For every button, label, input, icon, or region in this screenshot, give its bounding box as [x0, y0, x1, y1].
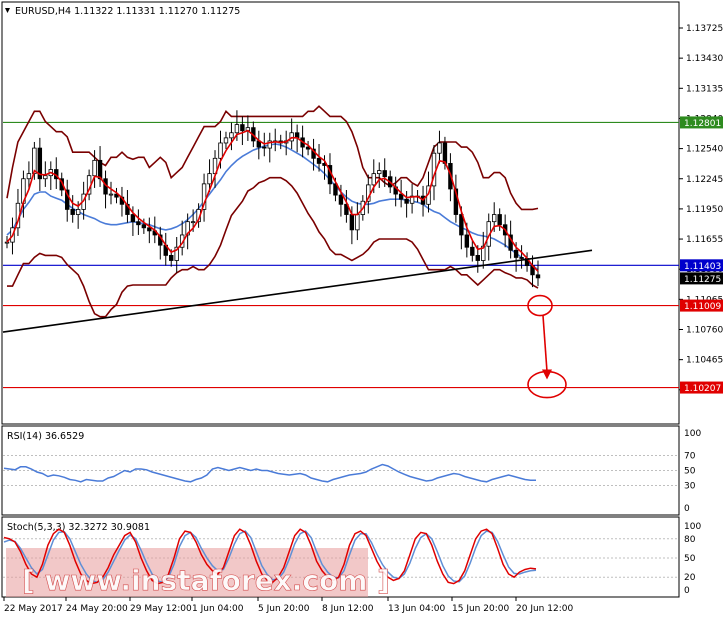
time-tick-label: 20 Jun 12:00 [516, 604, 573, 614]
symbol-dropdown-icon[interactable] [5, 8, 10, 13]
stoch-tick-label: 20 [684, 573, 696, 583]
price-axis: 1.137251.134301.131351.128401.125401.122… [679, 24, 723, 396]
candle-body [519, 257, 524, 259]
time-axis: 22 May 2017 24 May 20:00 29 May 12:00 1 Jun… [3, 597, 573, 614]
candle-body [338, 194, 344, 205]
candle-body [70, 209, 75, 215]
chart-svg: EURUSD,H4 1.11322 1.11331 1.11270 1.1127… [1, 1, 723, 614]
time-tick-label: 8 Jun 12:00 [322, 604, 374, 614]
candle-body [464, 234, 470, 248]
candle-body [437, 142, 442, 154]
candle-body [492, 214, 497, 223]
candle-body [229, 132, 234, 139]
price-tick-label: 1.13725 [686, 24, 723, 34]
watermark-text: [ www.instaforex.com ] [22, 564, 390, 597]
price-tick-label: 1.10465 [686, 356, 723, 366]
candle-body [513, 249, 519, 258]
time-tick-label: 29 May 12:00 [130, 604, 192, 614]
candle-body [349, 214, 355, 231]
rsi-axis: 100 70 50 30 0 [3, 429, 701, 514]
stoch-tick-label: 50 [684, 554, 696, 564]
projection-arrow [542, 315, 548, 372]
time-tick-label: 1 Jun 04:00 [192, 604, 244, 614]
price-tick-label: 1.11655 [686, 235, 723, 245]
stoch-header: Stoch(5,3,3) 32.3272 30.9081 [7, 522, 150, 533]
candle-body [316, 157, 322, 164]
time-tick-label: 24 May 20:00 [66, 604, 128, 614]
candle-body [26, 173, 32, 180]
bollinger-bands [6, 105, 539, 318]
time-tick-label: 5 Jun 20:00 [258, 604, 310, 614]
stoch-tick-label: 100 [684, 522, 701, 532]
time-tick-label: 22 May 2017 [4, 604, 63, 614]
price-tick-label: 1.11950 [686, 205, 723, 215]
candle-body [207, 173, 212, 185]
candle-body [442, 142, 448, 164]
candle-body [475, 255, 480, 261]
candle-body [92, 159, 97, 177]
candle-body [218, 142, 223, 159]
candle-body [223, 137, 229, 144]
candle-body [43, 175, 48, 180]
candle-body [4, 241, 10, 244]
trendline [2, 249, 593, 333]
stoch-tick-label: 0 [684, 586, 690, 596]
candle-body [355, 214, 360, 231]
candle-body [147, 227, 152, 232]
price-tag-label: 1.12801 [684, 119, 721, 129]
time-tick-label: 15 Jun 20:00 [452, 604, 509, 614]
candle-body [240, 124, 245, 132]
candle-body [470, 246, 475, 256]
candle-body [130, 214, 136, 223]
stoch-tick-label: 80 [684, 535, 696, 545]
candle-body [141, 224, 147, 229]
candle-body [234, 124, 240, 134]
price-tick-label: 1.13135 [686, 84, 723, 94]
bollinger-middle-line [6, 143, 539, 271]
price-tags: 1.12801 1.11403 1.11275 1.11009 1.10207 [680, 116, 723, 394]
candle-body [190, 221, 196, 224]
symbol-header: EURUSD,H4 1.11322 1.11331 1.11270 1.1127… [15, 6, 240, 17]
time-tick-label: 13 Jun 04:00 [388, 604, 445, 614]
rsi-header: RSI(14) 36.6529 [7, 431, 84, 442]
price-tick-label: 1.12540 [686, 145, 723, 155]
candle-body [404, 198, 409, 204]
price-tick-label: 1.13430 [686, 54, 723, 64]
candle-body [377, 170, 382, 175]
candle-body [75, 209, 81, 215]
candle-body [97, 159, 103, 180]
rsi-tick-label: 70 [684, 452, 696, 462]
price-tick-label: 1.10760 [686, 326, 723, 336]
rsi-tick-label: 100 [684, 429, 701, 439]
candle-body [108, 193, 114, 196]
price-tick-label: 1.12245 [686, 175, 723, 185]
candle-body [289, 132, 294, 142]
rsi-line [3, 463, 536, 483]
price-tag-label: 1.11275 [684, 275, 721, 285]
price-tag-label: 1.10207 [684, 384, 721, 394]
candle-body [262, 146, 267, 149]
candle-body [371, 173, 376, 186]
rsi-tick-label: 0 [684, 504, 690, 514]
candlestick-series [4, 110, 541, 288]
candle-body [169, 255, 174, 261]
rsi-series [3, 463, 536, 483]
rsi-tick-label: 30 [684, 482, 696, 492]
candle-body [535, 274, 541, 279]
price-tag-label: 1.11403 [684, 262, 721, 272]
candle-body [136, 221, 141, 226]
rsi-tick-label: 50 [684, 467, 696, 477]
candle-body [382, 170, 387, 178]
chart-window: EURUSD,H4 1.11322 1.11331 1.11270 1.1127… [0, 0, 723, 618]
price-tag-label: 1.11009 [684, 302, 721, 312]
candle-body [497, 214, 502, 226]
